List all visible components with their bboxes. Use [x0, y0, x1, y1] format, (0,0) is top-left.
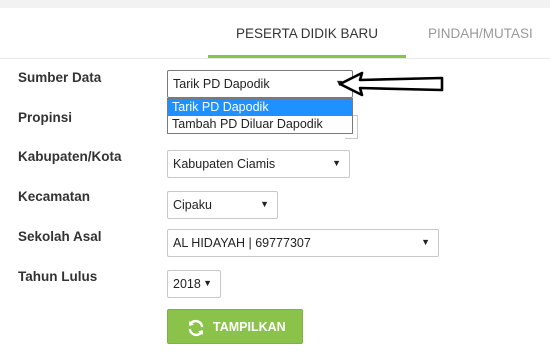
sumber-data-select[interactable]: Tarik PD Dapodik ▼ [167, 70, 353, 98]
tampilkan-button[interactable]: TAMPILKAN [167, 309, 303, 344]
sekolah-asal-select[interactable]: AL HIDAYAH | 69777307 ▼ [167, 229, 439, 257]
sumber-data-dropdown: Tarik PD Dapodik Tambah PD Diluar Dapodi… [167, 98, 353, 134]
tahun-lulus-value: 2018 [173, 277, 201, 291]
kabupaten-select[interactable]: Kabupaten Ciamis ▼ [167, 150, 350, 178]
chevron-down-icon: ▼ [332, 158, 341, 168]
option-tambah-pd-diluar-dapodik[interactable]: Tambah PD Diluar Dapodik [168, 116, 352, 133]
tab-bar: PESERTA DIDIK BARU PINDAH/MUTASI [0, 8, 550, 59]
active-tab-indicator [208, 55, 406, 58]
arrow-left-icon [338, 71, 444, 97]
option-tarik-pd-dapodik[interactable]: Tarik PD Dapodik [168, 99, 352, 116]
kabupaten-value: Kabupaten Ciamis [173, 157, 276, 171]
sumber-data-value: Tarik PD Dapodik [173, 77, 270, 91]
chevron-down-icon: ▼ [203, 278, 212, 288]
tahun-lulus-select[interactable]: 2018 ▼ [167, 270, 221, 298]
sumber-data-label: Sumber Data [18, 70, 102, 85]
kabupaten-label: Kabupaten/Kota [18, 149, 122, 164]
tab-peserta-didik-baru[interactable]: PESERTA DIDIK BARU [208, 26, 406, 41]
top-strip [0, 0, 550, 8]
refresh-icon [188, 320, 204, 336]
tahun-lulus-label: Tahun Lulus [18, 269, 98, 284]
tampilkan-label: TAMPILKAN [213, 320, 286, 334]
kecamatan-label: Kecamatan [18, 189, 91, 204]
sekolah-asal-value: AL HIDAYAH | 69777307 [173, 236, 311, 250]
chevron-down-icon: ▼ [421, 237, 430, 247]
kecamatan-value: Cipaku [173, 198, 212, 212]
tab-pindah-mutasi[interactable]: PINDAH/MUTASI [428, 26, 533, 41]
propinsi-label: Propinsi [18, 110, 73, 125]
chevron-down-icon: ▼ [260, 199, 269, 209]
kecamatan-select[interactable]: Cipaku ▼ [167, 191, 278, 219]
sekolah-asal-label: Sekolah Asal [18, 229, 102, 244]
